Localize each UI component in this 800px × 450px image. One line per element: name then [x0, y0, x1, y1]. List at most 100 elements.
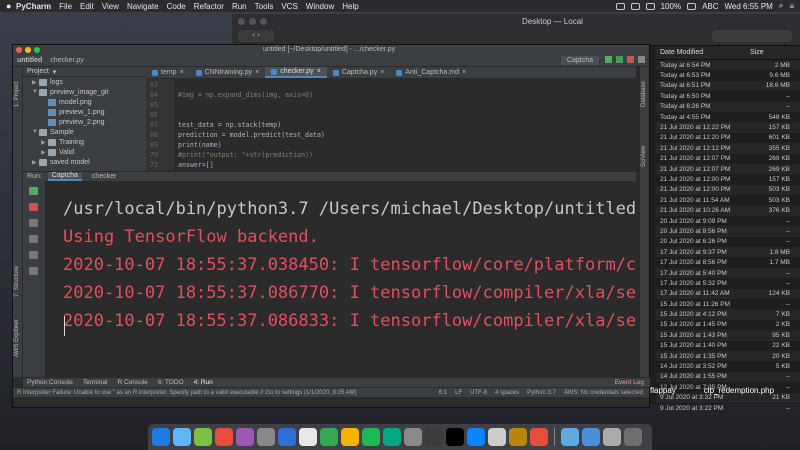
finder-row[interactable]: 21 Jul 2020 at 11:54 AM 503 KB: [656, 195, 800, 205]
dock-app-icon[interactable]: [509, 428, 527, 446]
file-name[interactable]: flappay: [650, 386, 676, 395]
dock-app-icon[interactable]: [425, 428, 443, 446]
column-date-modified[interactable]: Date Modified: [656, 49, 746, 56]
tree-item[interactable]: ▶ Training: [23, 137, 146, 147]
menu-navigate[interactable]: Navigate: [127, 2, 159, 11]
tree-item[interactable]: preview_2.png: [23, 117, 146, 127]
dock-app-icon[interactable]: [603, 428, 621, 446]
run-tab[interactable]: 4: Run: [194, 379, 213, 386]
finder-row[interactable]: 9 Jul 2020 at 3:22 PM --: [656, 403, 800, 413]
breadcrumb-file[interactable]: checker.py: [50, 57, 83, 64]
editor-tab[interactable]: temp ×: [146, 67, 190, 78]
aws-credentials[interactable]: AWS: No credentials selected: [564, 390, 643, 396]
run-icon[interactable]: [605, 56, 612, 63]
debug-icon[interactable]: [616, 56, 623, 63]
dock-app-icon[interactable]: [257, 428, 275, 446]
file-name[interactable]: clp_redemption.php: [704, 386, 774, 395]
tree-item[interactable]: ▼ preview_image_git: [23, 87, 146, 97]
menu-refactor[interactable]: Refactor: [194, 2, 224, 11]
code-line[interactable]: prediction = model.predict(test_data): [178, 131, 325, 139]
aws-explorer-tool-button[interactable]: AWS Explorer: [14, 320, 20, 357]
sciview-tool-button[interactable]: SciView: [641, 146, 647, 167]
close-button[interactable]: [238, 18, 245, 25]
finder-row[interactable]: 15 Jul 2020 at 4:12 PM 7 KB: [656, 309, 800, 320]
chevron-down-icon[interactable]: ▾: [53, 68, 57, 76]
finder-row[interactable]: 17 Jul 2020 at 5:40 PM --: [656, 267, 800, 279]
wifi-icon[interactable]: [645, 2, 655, 10]
finder-row[interactable]: 20 Jul 2020 at 6:26 PM --: [656, 237, 800, 247]
menu-file[interactable]: File: [59, 2, 72, 11]
dock-app-icon[interactable]: [278, 428, 296, 446]
run-tab-captcha[interactable]: Captcha: [47, 172, 82, 181]
run-tab-checker[interactable]: checker: [88, 173, 121, 180]
column-size[interactable]: Size: [746, 49, 800, 56]
finder-row[interactable]: Today at 6:54 PM 2 MB: [656, 60, 800, 71]
finder-row[interactable]: Today at 6:53 PM 9.6 MB: [656, 70, 800, 80]
minimize-button[interactable]: [25, 47, 31, 53]
tree-item[interactable]: ▶ logs: [23, 77, 146, 87]
dock-app-icon[interactable]: [152, 428, 170, 446]
finder-row[interactable]: Today at 4:55 PM 548 KB: [656, 112, 800, 122]
expand-arrow-icon[interactable]: ▼: [32, 129, 39, 135]
finder-row[interactable]: 17 Jul 2020 at 5:32 PM --: [656, 278, 800, 288]
line-separator[interactable]: LF: [455, 390, 462, 396]
finder-row[interactable]: 20 Jul 2020 at 8:56 PM --: [656, 226, 800, 237]
python-console-tab[interactable]: Python Console: [27, 379, 73, 386]
structure-tool-button[interactable]: 7: Structure: [14, 266, 20, 297]
finder-row[interactable]: 20 Jul 2020 at 9:09 PM --: [656, 216, 800, 226]
event-log-button[interactable]: Event Log: [615, 379, 650, 386]
finder-row[interactable]: Today at 6:51 PM 18.6 MB: [656, 80, 800, 92]
print-icon[interactable]: [29, 251, 38, 259]
dock-app-icon[interactable]: [299, 428, 317, 446]
menu-tools[interactable]: Tools: [255, 2, 274, 11]
dock-app-icon[interactable]: [173, 428, 191, 446]
tree-item[interactable]: ▶ Valid: [23, 147, 146, 157]
finder-row[interactable]: 21 Jul 2020 at 10:26 AM 376 KB: [656, 205, 800, 216]
finder-row[interactable]: 15 Jul 2020 at 1:43 PM 95 KB: [656, 330, 800, 341]
stop-icon[interactable]: [627, 56, 634, 63]
search-icon[interactable]: ⌕: [779, 1, 783, 11]
breadcrumb-project[interactable]: untitled: [17, 57, 42, 64]
finder-row[interactable]: 14 Jul 2020 at 1:55 PM --: [656, 371, 800, 383]
finder-row[interactable]: 17 Jul 2020 at 9:37 PM 1.8 MB: [656, 247, 800, 258]
finder-row[interactable]: 15 Jul 2020 at 1:35 PM 20 KB: [656, 350, 800, 362]
code-line[interactable]: print(name): [178, 141, 222, 149]
console-line[interactable]: /usr/local/bin/python3.7 /Users/michael/…: [63, 199, 636, 219]
trash-icon[interactable]: [29, 267, 38, 275]
apple-icon[interactable]: ●: [6, 1, 16, 11]
dock-app-icon[interactable]: [194, 428, 212, 446]
terminal-tab[interactable]: Terminal: [83, 379, 108, 386]
dropbox-icon[interactable]: [630, 2, 640, 10]
finder-row[interactable]: 15 Jul 2020 at 1:45 PM 2 KB: [656, 320, 800, 330]
dock-app-icon[interactable]: [582, 428, 600, 446]
dock-app-icon[interactable]: [467, 428, 485, 446]
close-icon[interactable]: ×: [317, 68, 321, 75]
database-tool-button[interactable]: Database: [641, 81, 647, 107]
console-line[interactable]: 2020-10-07 18:55:37.038450: I tensorflow…: [63, 255, 636, 275]
project-tool-button[interactable]: 1: Project: [14, 82, 20, 107]
battery-icon[interactable]: [687, 2, 697, 10]
finder-row[interactable]: 21 Jul 2020 at 12:07 PM 269 KB: [656, 163, 800, 175]
menubar-clock[interactable]: Wed 6:55 PM: [725, 2, 773, 11]
dock-app-icon[interactable]: [404, 428, 422, 446]
menu-vcs[interactable]: VCS: [281, 2, 297, 11]
dock-app-icon[interactable]: [215, 428, 233, 446]
menubar-app-name[interactable]: PyCharm: [16, 2, 51, 11]
control-center-icon[interactable]: ≡: [789, 2, 794, 11]
finder-row[interactable]: 21 Jul 2020 at 12:00 PM 503 KB: [656, 184, 800, 196]
indent-setting[interactable]: 4 spaces: [495, 390, 519, 396]
finder-row[interactable]: 14 Jul 2020 at 3:52 PM 5 KB: [656, 361, 800, 371]
recording-icon[interactable]: [615, 2, 625, 10]
finder-row[interactable]: 15 Jul 2020 at 11:26 PM --: [656, 299, 800, 309]
finder-row[interactable]: 17 Jul 2020 at 11:42 AM 124 KB: [656, 288, 800, 299]
tree-item[interactable]: model.png: [23, 97, 146, 107]
menu-edit[interactable]: Edit: [80, 2, 94, 11]
input-source[interactable]: ABC: [702, 2, 718, 11]
stop-icon[interactable]: [29, 203, 38, 211]
dock-app-icon[interactable]: [236, 428, 254, 446]
code-line[interactable]: answer=[]: [178, 161, 214, 169]
dock-app-icon[interactable]: [446, 428, 464, 446]
project-label[interactable]: Project: [27, 68, 49, 75]
finder-row[interactable]: Today at 6:26 PM --: [656, 101, 800, 112]
tree-item[interactable]: preview_1.png: [23, 107, 146, 117]
